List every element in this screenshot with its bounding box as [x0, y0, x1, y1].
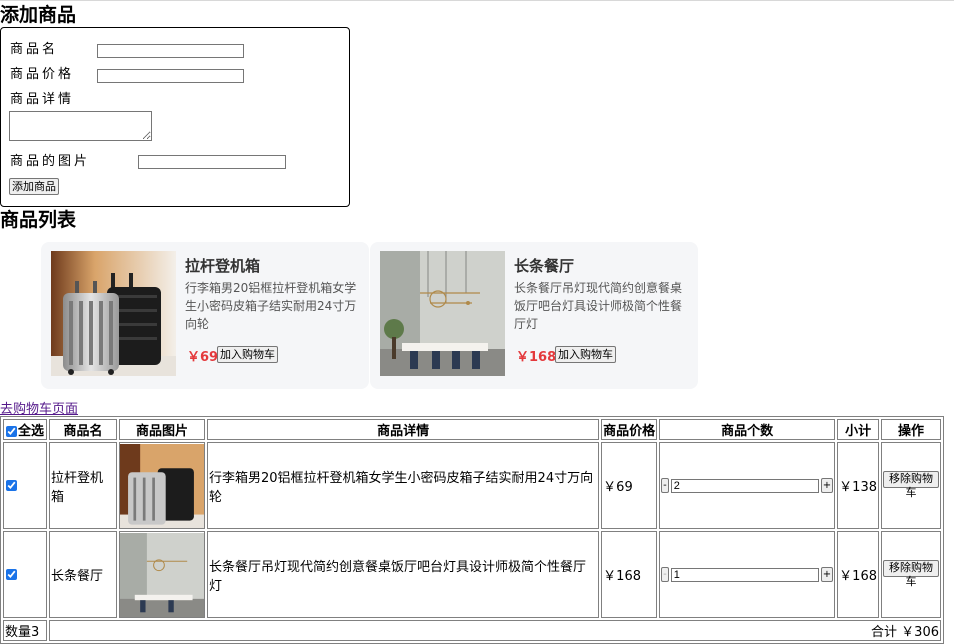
product-price: ￥168: [516, 350, 557, 365]
product-image-input[interactable]: [138, 155, 286, 169]
row-subtotal: ￥138: [837, 442, 879, 529]
add-to-cart-button[interactable]: 加入购物车: [217, 346, 278, 363]
product-price: ￥69: [187, 350, 219, 365]
cart-table: 全选 商品名 商品图片 商品详情 商品价格 商品个数 小计 操作 拉杆登机箱 行…: [0, 416, 944, 644]
price-header: 商品价格: [601, 419, 658, 440]
row-image-cell: [119, 442, 205, 529]
quantity-input[interactable]: [670, 567, 819, 582]
product-title: 长条餐厅: [514, 257, 575, 275]
select-all-header: 全选: [3, 419, 47, 440]
row-checkbox[interactable]: [6, 480, 17, 491]
product-price-input[interactable]: [97, 69, 244, 83]
row-qty-cell: - +: [659, 531, 836, 618]
row-image-cell: [119, 531, 205, 618]
product-name-label: 商品名: [10, 42, 59, 57]
product-description: 行李箱男20铝框拉杆登机箱女学生小密码皮箱子结实耐用24寸万向轮: [185, 281, 357, 331]
cart-row: 长条餐厅 长条餐厅吊灯现代简约创意餐桌饭厅吧台灯具设计师极简个性餐厅灯 ￥168…: [3, 531, 941, 618]
row-price: ￥168: [601, 531, 658, 618]
add-to-cart-button[interactable]: 加入购物车: [555, 346, 616, 363]
add-product-form: 商品名 商品价格 商品详情 商品的图片 添加商品: [0, 27, 350, 207]
remove-from-cart-button[interactable]: 移除购物车: [883, 560, 939, 588]
remove-from-cart-button[interactable]: 移除购物车: [883, 471, 939, 499]
cart-footer-row: 数量3 合计 ￥306: [3, 620, 941, 641]
row-select-cell: [3, 531, 47, 618]
row-price: ￥69: [601, 442, 658, 529]
add-product-heading: 添加商品: [0, 4, 77, 26]
row-qty-cell: - +: [659, 442, 836, 529]
row-name: 长条餐厅: [49, 531, 117, 618]
cart-row: 拉杆登机箱 行李箱男20铝框拉杆登机箱女学生小密码皮箱子结实耐用24寸万向轮 ￥…: [3, 442, 941, 529]
subtotal-header: 小计: [837, 419, 879, 440]
row-action-cell: 移除购物车: [881, 442, 941, 529]
dining-lamp-thumbnail: [120, 532, 204, 617]
name-header: 商品名: [49, 419, 117, 440]
row-select-cell: [3, 442, 47, 529]
product-price-label: 商品价格: [10, 67, 75, 82]
increase-button[interactable]: +: [820, 478, 834, 493]
select-all-checkbox[interactable]: [6, 426, 17, 437]
row-name: 拉杆登机箱: [49, 442, 117, 529]
product-card: 长条餐厅 长条餐厅吊灯现代简约创意餐桌饭厅吧台灯具设计师极简个性餐厅灯 ￥168…: [370, 242, 698, 389]
decrease-button[interactable]: -: [661, 567, 669, 582]
row-detail: 行李箱男20铝框拉杆登机箱女学生小密码皮箱子结实耐用24寸万向轮: [207, 442, 600, 529]
luggage-thumbnail: [120, 443, 204, 528]
count-header: 商品个数: [659, 419, 836, 440]
detail-header: 商品详情: [207, 419, 600, 440]
luggage-image[interactable]: [51, 251, 176, 376]
product-list-heading: 商品列表: [0, 209, 77, 231]
cart-header-row: 全选 商品名 商品图片 商品详情 商品价格 商品个数 小计 操作: [3, 419, 941, 440]
cart-count: 数量3: [3, 620, 47, 641]
product-description: 长条餐厅吊灯现代简约创意餐桌饭厅吧台灯具设计师极简个性餐厅灯: [514, 281, 683, 331]
add-product-button[interactable]: 添加商品: [9, 178, 59, 195]
increase-button[interactable]: +: [820, 567, 834, 582]
decrease-button[interactable]: -: [661, 478, 669, 493]
row-subtotal: ￥168: [837, 531, 879, 618]
action-header: 操作: [881, 419, 941, 440]
row-action-cell: 移除购物车: [881, 531, 941, 618]
image-header: 商品图片: [119, 419, 205, 440]
top-divider: [0, 0, 954, 1]
product-detail-textarea[interactable]: [9, 111, 152, 141]
product-title: 拉杆登机箱: [185, 257, 261, 275]
product-name-input[interactable]: [97, 44, 244, 58]
product-image-label: 商品的图片: [10, 154, 91, 169]
cart-total: 合计 ￥306: [49, 620, 941, 641]
row-detail: 长条餐厅吊灯现代简约创意餐桌饭厅吧台灯具设计师极简个性餐厅灯: [207, 531, 600, 618]
quantity-input[interactable]: [670, 478, 819, 493]
product-detail-label: 商品详情: [10, 92, 75, 107]
go-to-cart-link[interactable]: 去购物车页面: [0, 398, 78, 417]
dining-lamp-image[interactable]: [380, 251, 505, 376]
select-all-label: 全选: [18, 424, 45, 439]
product-card: 拉杆登机箱 行李箱男20铝框拉杆登机箱女学生小密码皮箱子结实耐用24寸万向轮 ￥…: [41, 242, 369, 389]
row-checkbox[interactable]: [6, 569, 17, 580]
